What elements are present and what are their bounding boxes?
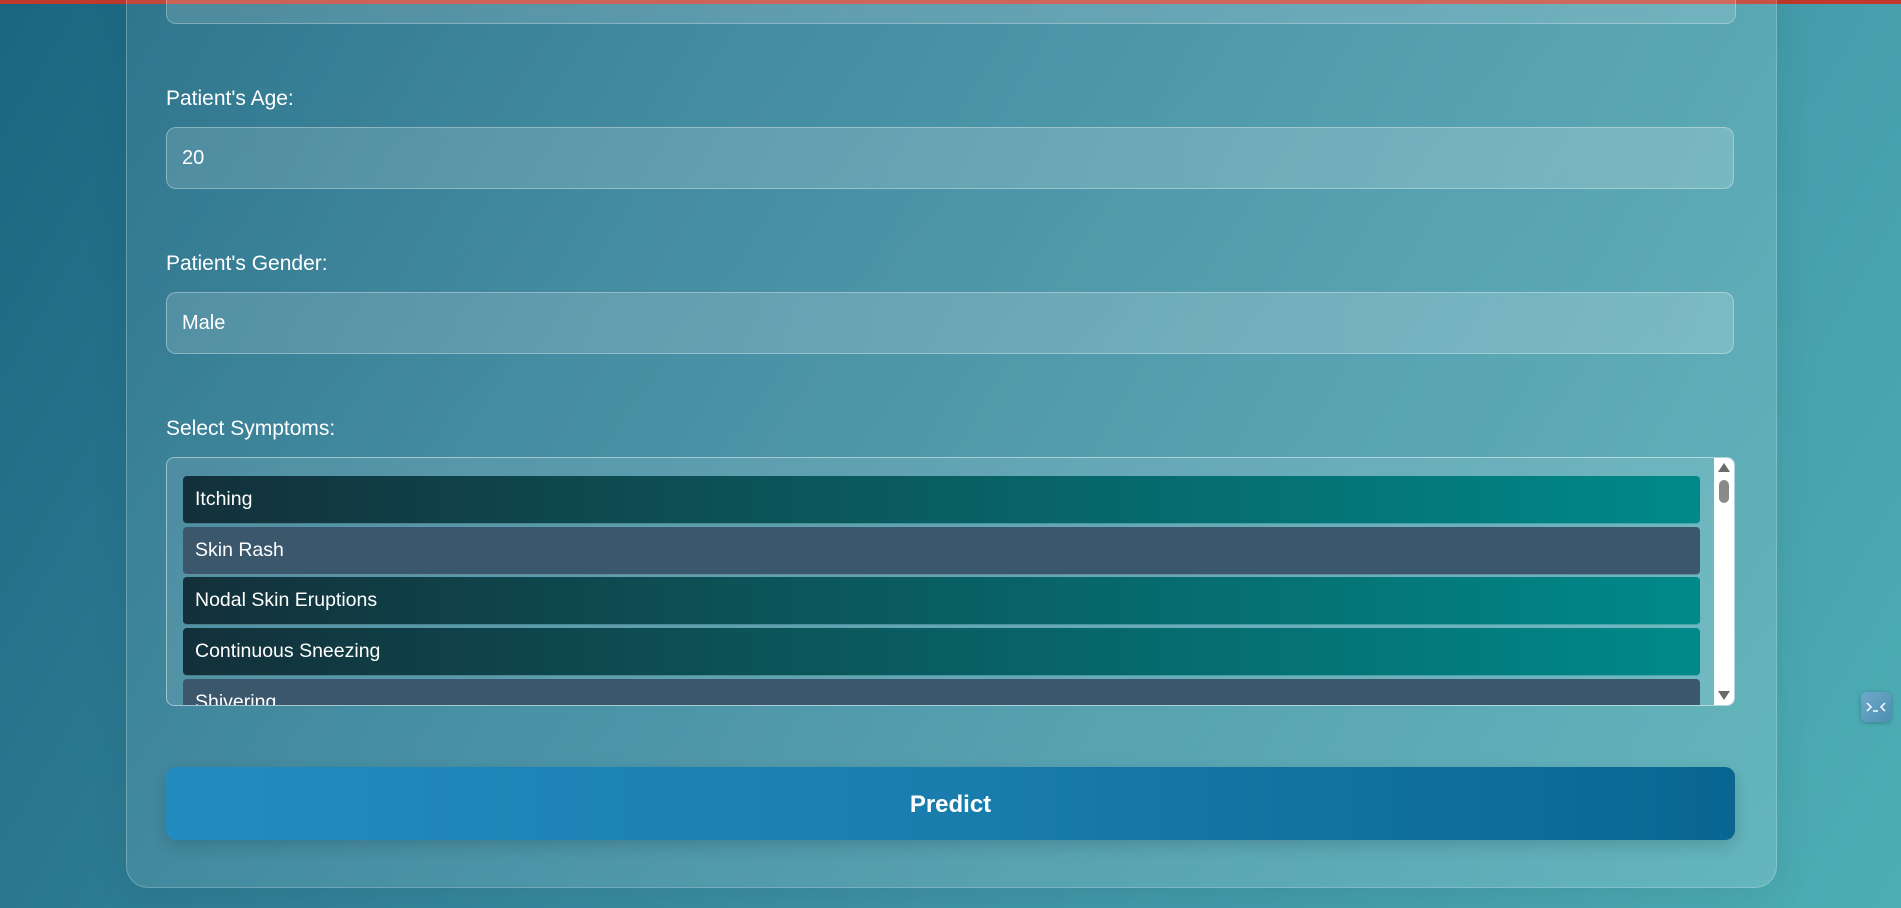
predict-button[interactable]: Predict: [166, 767, 1735, 840]
symptom-option-continuous-sneezing[interactable]: Continuous Sneezing: [183, 628, 1700, 676]
previous-input-field[interactable]: [166, 0, 1736, 24]
symptom-option-itching[interactable]: Itching: [183, 476, 1700, 524]
symptoms-label: Select Symptoms:: [166, 417, 336, 440]
scroll-up-arrow-icon[interactable]: [1718, 463, 1730, 472]
symptom-option-skin-rash[interactable]: Skin Rash: [183, 527, 1700, 575]
extension-widget[interactable]: [1861, 692, 1891, 722]
symptom-option-nodal-skin-eruptions[interactable]: Nodal Skin Eruptions: [183, 577, 1700, 625]
terminal-icon: [1866, 702, 1886, 712]
age-input[interactable]: 20: [166, 127, 1734, 189]
age-label: Patient's Age:: [166, 87, 294, 110]
gender-label: Patient's Gender:: [166, 252, 328, 275]
symptoms-listbox[interactable]: Itching Skin Rash Nodal Skin Eruptions C…: [166, 457, 1735, 706]
symptom-option-shivering[interactable]: Shivering: [183, 679, 1700, 705]
scroll-thumb[interactable]: [1719, 480, 1729, 503]
listbox-scrollbar[interactable]: [1714, 458, 1734, 705]
scroll-down-arrow-icon[interactable]: [1718, 691, 1730, 700]
gender-input[interactable]: Male: [166, 292, 1734, 354]
